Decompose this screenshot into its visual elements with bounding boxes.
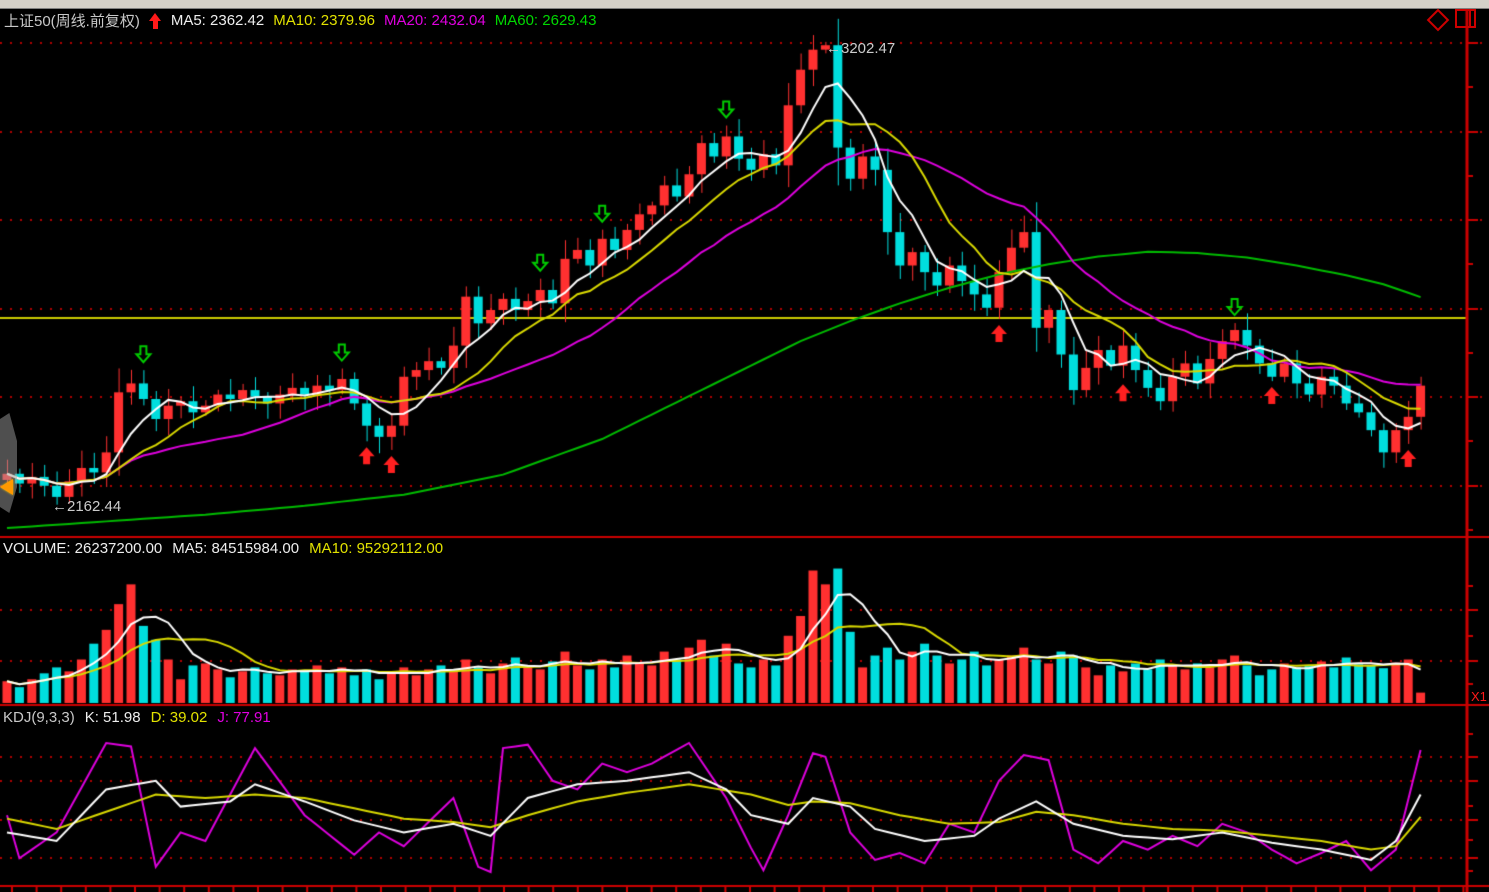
zoom-multiplier-label: X1 bbox=[1471, 689, 1487, 704]
volume-value: VOLUME: 26237200.00 bbox=[3, 540, 162, 557]
kdj-j-value: J: 77.91 bbox=[217, 709, 270, 726]
price-pane-header: 上证50(周线.前复权) MA5: 2362.42 MA10: 2379.96 … bbox=[4, 10, 597, 31]
volume-ma10-value: MA10: 95292112.00 bbox=[309, 540, 443, 557]
volume-ma5-value: MA5: 84515984.00 bbox=[172, 540, 299, 557]
volume-pane-header: VOLUME: 26237200.00 MA5: 84515984.00 MA1… bbox=[3, 540, 443, 557]
kdj-pane-header: KDJ(9,3,3) K: 51.98 D: 39.02 J: 77.91 bbox=[3, 709, 271, 726]
ma10-value: MA10: 2379.96 bbox=[273, 12, 375, 29]
chart-canvas[interactable] bbox=[0, 0, 1489, 892]
window-title-strip bbox=[0, 0, 1489, 9]
trading-app-window: 上证50(周线.前复权) MA5: 2362.42 MA10: 2379.96 … bbox=[0, 0, 1489, 892]
ma20-value: MA20: 2432.04 bbox=[384, 12, 486, 29]
kdj-d-value: D: 39.02 bbox=[151, 709, 208, 726]
up-arrow-icon bbox=[149, 13, 162, 29]
window-icon[interactable] bbox=[1455, 9, 1476, 28]
kdj-k-value: K: 51.98 bbox=[85, 709, 141, 726]
kdj-name: KDJ(9,3,3) bbox=[3, 709, 75, 726]
symbol-label: 上证50(周线.前复权) bbox=[4, 10, 140, 31]
ma5-value: MA5: 2362.42 bbox=[171, 12, 264, 29]
high-price-annotation: ←3202.47 bbox=[826, 40, 895, 57]
left-marker-icon bbox=[0, 479, 13, 495]
ma60-value: MA60: 2629.43 bbox=[495, 12, 597, 29]
low-price-annotation: ←2162.44 bbox=[52, 498, 121, 515]
